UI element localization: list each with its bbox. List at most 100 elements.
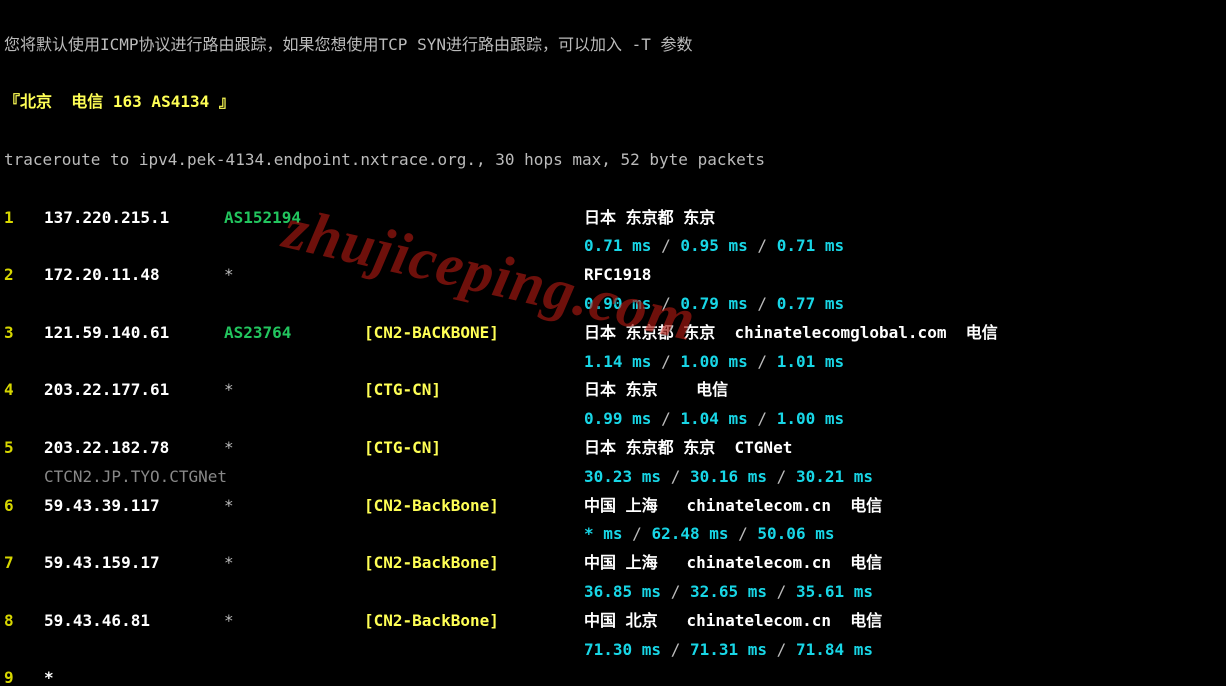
rtt-value: 71.30 ms (584, 640, 661, 659)
hop-asn: AS152194 (224, 204, 364, 233)
hop-ip: * (44, 664, 224, 686)
rtt-separator: / (767, 582, 796, 601)
hop-detail-row: CTCN2.JP.TYO.CTGNet30.23 ms / 30.16 ms /… (4, 463, 1226, 492)
hop-row: 7 59.43.159.17 * [CN2-BackBone] 中国 上海 ch… (4, 549, 1226, 578)
hop-location: 日本 东京都 东京 (584, 204, 715, 233)
rtt-value: 0.77 ms (777, 294, 844, 313)
hop-location: 日本 东京都 东京 CTGNet (584, 434, 792, 463)
spacer (4, 463, 44, 492)
spacer (4, 232, 44, 261)
rtt-value: * ms (584, 524, 623, 543)
rtt-separator: / (661, 582, 690, 601)
hop-ip: 59.43.39.117 (44, 492, 224, 521)
hop-location: 中国 北京 chinatelecom.cn 电信 (584, 607, 882, 636)
rtt-value: 0.90 ms (584, 294, 651, 313)
rtt-value: 71.84 ms (796, 640, 873, 659)
hop-row: 9 * (4, 664, 1226, 686)
hop-ip: 172.20.11.48 (44, 261, 224, 290)
hop-row: 8 59.43.46.81 * [CN2-BackBone] 中国 北京 chi… (4, 607, 1226, 636)
rtt-separator: / (651, 294, 680, 313)
hop-detail-row: 0.90 ms / 0.79 ms / 0.77 ms (4, 290, 1226, 319)
spacer (4, 348, 44, 377)
spacer (4, 405, 44, 434)
hop-number: 6 (4, 492, 44, 521)
hop-rtts: 36.85 ms / 32.65 ms / 35.61 ms (584, 578, 873, 607)
rtt-separator: / (748, 236, 777, 255)
hop-row: 5 203.22.182.78 * [CTG-CN] 日本 东京都 东京 CTG… (4, 434, 1226, 463)
hop-detail-row: 1.14 ms / 1.00 ms / 1.01 ms (4, 348, 1226, 377)
hop-rtts: * ms / 62.48 ms / 50.06 ms (584, 520, 834, 549)
hop-location: 中国 上海 chinatelecom.cn 电信 (584, 492, 882, 521)
hop-number: 8 (4, 607, 44, 636)
hop-detail-row: 71.30 ms / 71.31 ms / 71.84 ms (4, 636, 1226, 665)
rtt-value: 30.16 ms (690, 467, 767, 486)
rtt-value: 36.85 ms (584, 582, 661, 601)
intro-line: 您将默认使用ICMP协议进行路由跟踪，如果您想使用TCP SYN进行路由跟踪，可… (4, 31, 1226, 60)
spacer (4, 636, 44, 665)
hop-list: 1 137.220.215.1 AS152194 日本 东京都 东京 0.71 … (4, 204, 1226, 686)
rtt-separator: / (661, 467, 690, 486)
rtt-value: 30.21 ms (796, 467, 873, 486)
hop-asn: * (224, 376, 364, 405)
hop-row: 3 121.59.140.61 AS23764 [CN2-BACKBONE] 日… (4, 319, 1226, 348)
hop-asn: * (224, 434, 364, 463)
hop-asn: * (224, 549, 364, 578)
rtt-value: 0.79 ms (680, 294, 747, 313)
rtt-separator: / (748, 352, 777, 371)
rtt-separator: / (623, 524, 652, 543)
rtt-value: 30.23 ms (584, 467, 661, 486)
hop-number: 4 (4, 376, 44, 405)
terminal-output: 您将默认使用ICMP协议进行路由跟踪，如果您想使用TCP SYN进行路由跟踪，可… (0, 0, 1226, 686)
hop-rtts: 0.99 ms / 1.04 ms / 1.00 ms (584, 405, 844, 434)
rtt-separator: / (651, 236, 680, 255)
rtt-value: 1.00 ms (777, 409, 844, 428)
hop-rtts: 0.71 ms / 0.95 ms / 0.71 ms (584, 232, 844, 261)
hop-ip: 121.59.140.61 (44, 319, 224, 348)
hop-number: 7 (4, 549, 44, 578)
rtt-value: 0.99 ms (584, 409, 651, 428)
hop-ip: 137.220.215.1 (44, 204, 224, 233)
traceroute-line: traceroute to ipv4.pek-4134.endpoint.nxt… (4, 146, 1226, 175)
hop-hostname: CTCN2.JP.TYO.CTGNet (44, 463, 584, 492)
hop-tag (364, 204, 584, 233)
rtt-separator: / (661, 640, 690, 659)
rtt-value: 0.95 ms (680, 236, 747, 255)
hop-asn: * (224, 261, 364, 290)
hop-row: 1 137.220.215.1 AS152194 日本 东京都 东京 (4, 204, 1226, 233)
hop-rtts: 71.30 ms / 71.31 ms / 71.84 ms (584, 636, 873, 665)
hop-detail-row: 0.71 ms / 0.95 ms / 0.71 ms (4, 232, 1226, 261)
rtt-value: 50.06 ms (757, 524, 834, 543)
hop-location: 中国 上海 chinatelecom.cn 电信 (584, 549, 882, 578)
hop-location: 日本 东京都 东京 chinatelecomglobal.com 电信 (584, 319, 998, 348)
hop-detail-row: 0.99 ms / 1.04 ms / 1.00 ms (4, 405, 1226, 434)
rtt-separator: / (729, 524, 758, 543)
rtt-value: 1.04 ms (680, 409, 747, 428)
hop-asn: * (224, 607, 364, 636)
hop-ip: 203.22.182.78 (44, 434, 224, 463)
rtt-separator: / (748, 294, 777, 313)
rtt-value: 62.48 ms (651, 524, 728, 543)
rtt-value: 1.14 ms (584, 352, 651, 371)
hop-rtts: 1.14 ms / 1.00 ms / 1.01 ms (584, 348, 844, 377)
hop-asn: * (224, 492, 364, 521)
rtt-value: 35.61 ms (796, 582, 873, 601)
hop-row: 2 172.20.11.48 * RFC1918 (4, 261, 1226, 290)
hop-ip: 203.22.177.61 (44, 376, 224, 405)
hop-rtts: 30.23 ms / 30.16 ms / 30.21 ms (584, 463, 873, 492)
spacer (4, 578, 44, 607)
hop-tag: [CTG-CN] (364, 434, 584, 463)
hop-number: 2 (4, 261, 44, 290)
hop-rtts: 0.90 ms / 0.79 ms / 0.77 ms (584, 290, 844, 319)
spacer (4, 520, 44, 549)
rtt-value: 1.01 ms (777, 352, 844, 371)
banner-line: 『北京 电信 163 AS4134 』 (4, 88, 1226, 117)
hop-row: 6 59.43.39.117 * [CN2-BackBone] 中国 上海 ch… (4, 492, 1226, 521)
rtt-separator: / (748, 409, 777, 428)
rtt-value: 71.31 ms (690, 640, 767, 659)
hop-number: 1 (4, 204, 44, 233)
rtt-value: 0.71 ms (584, 236, 651, 255)
hop-number: 3 (4, 319, 44, 348)
hop-location: 日本 东京 电信 (584, 376, 728, 405)
hop-row: 4 203.22.177.61 * [CTG-CN] 日本 东京 电信 (4, 376, 1226, 405)
hop-tag (364, 261, 584, 290)
